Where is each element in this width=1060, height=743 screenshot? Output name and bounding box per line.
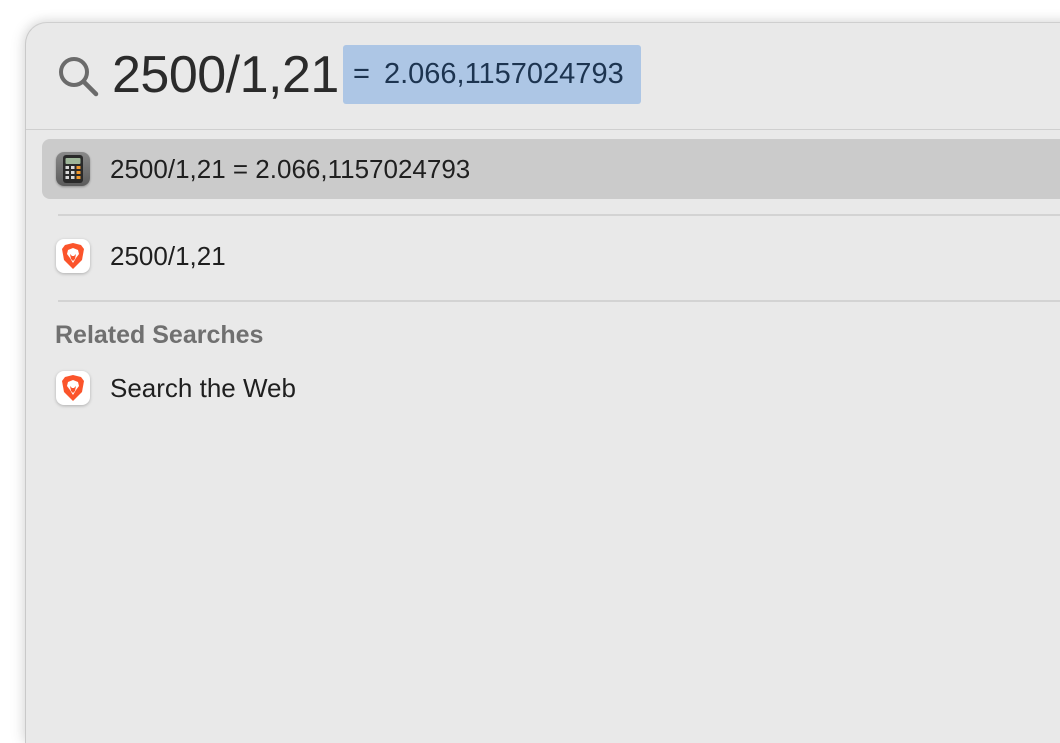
related-searches-heading: Related Searches bbox=[55, 321, 264, 349]
result-label: 2500/1,21 bbox=[110, 240, 226, 271]
section-divider bbox=[58, 300, 1060, 302]
result-divider bbox=[58, 214, 1060, 216]
result-row-brave[interactable]: 2500/1,21 bbox=[42, 226, 1060, 286]
brave-browser-icon bbox=[56, 239, 90, 273]
result-row-calculator[interactable]: 2500/1,21 = 2.066,1157024793 bbox=[42, 139, 1060, 199]
search-query-text[interactable]: 2500/1,21 bbox=[112, 45, 339, 105]
result-label: 2500/1,21 = 2.066,1157024793 bbox=[110, 153, 471, 184]
related-item-label: Search the Web bbox=[110, 372, 296, 403]
search-divider bbox=[26, 129, 1060, 130]
calculator-icon bbox=[56, 152, 90, 186]
equals-sign: = bbox=[353, 58, 370, 90]
inline-calculation-result: = 2.066,1157024793 bbox=[343, 45, 641, 104]
search-bar[interactable]: 2500/1,21 = 2.066,1157024793 bbox=[26, 23, 1060, 129]
spotlight-panel: 2500/1,21 = 2.066,1157024793 2500/1,21 = … bbox=[25, 22, 1060, 743]
related-item-search-web[interactable]: Search the Web bbox=[42, 358, 1060, 418]
brave-browser-icon bbox=[56, 371, 90, 405]
inline-result-value: 2.066,1157024793 bbox=[383, 58, 624, 90]
search-icon bbox=[59, 57, 99, 97]
